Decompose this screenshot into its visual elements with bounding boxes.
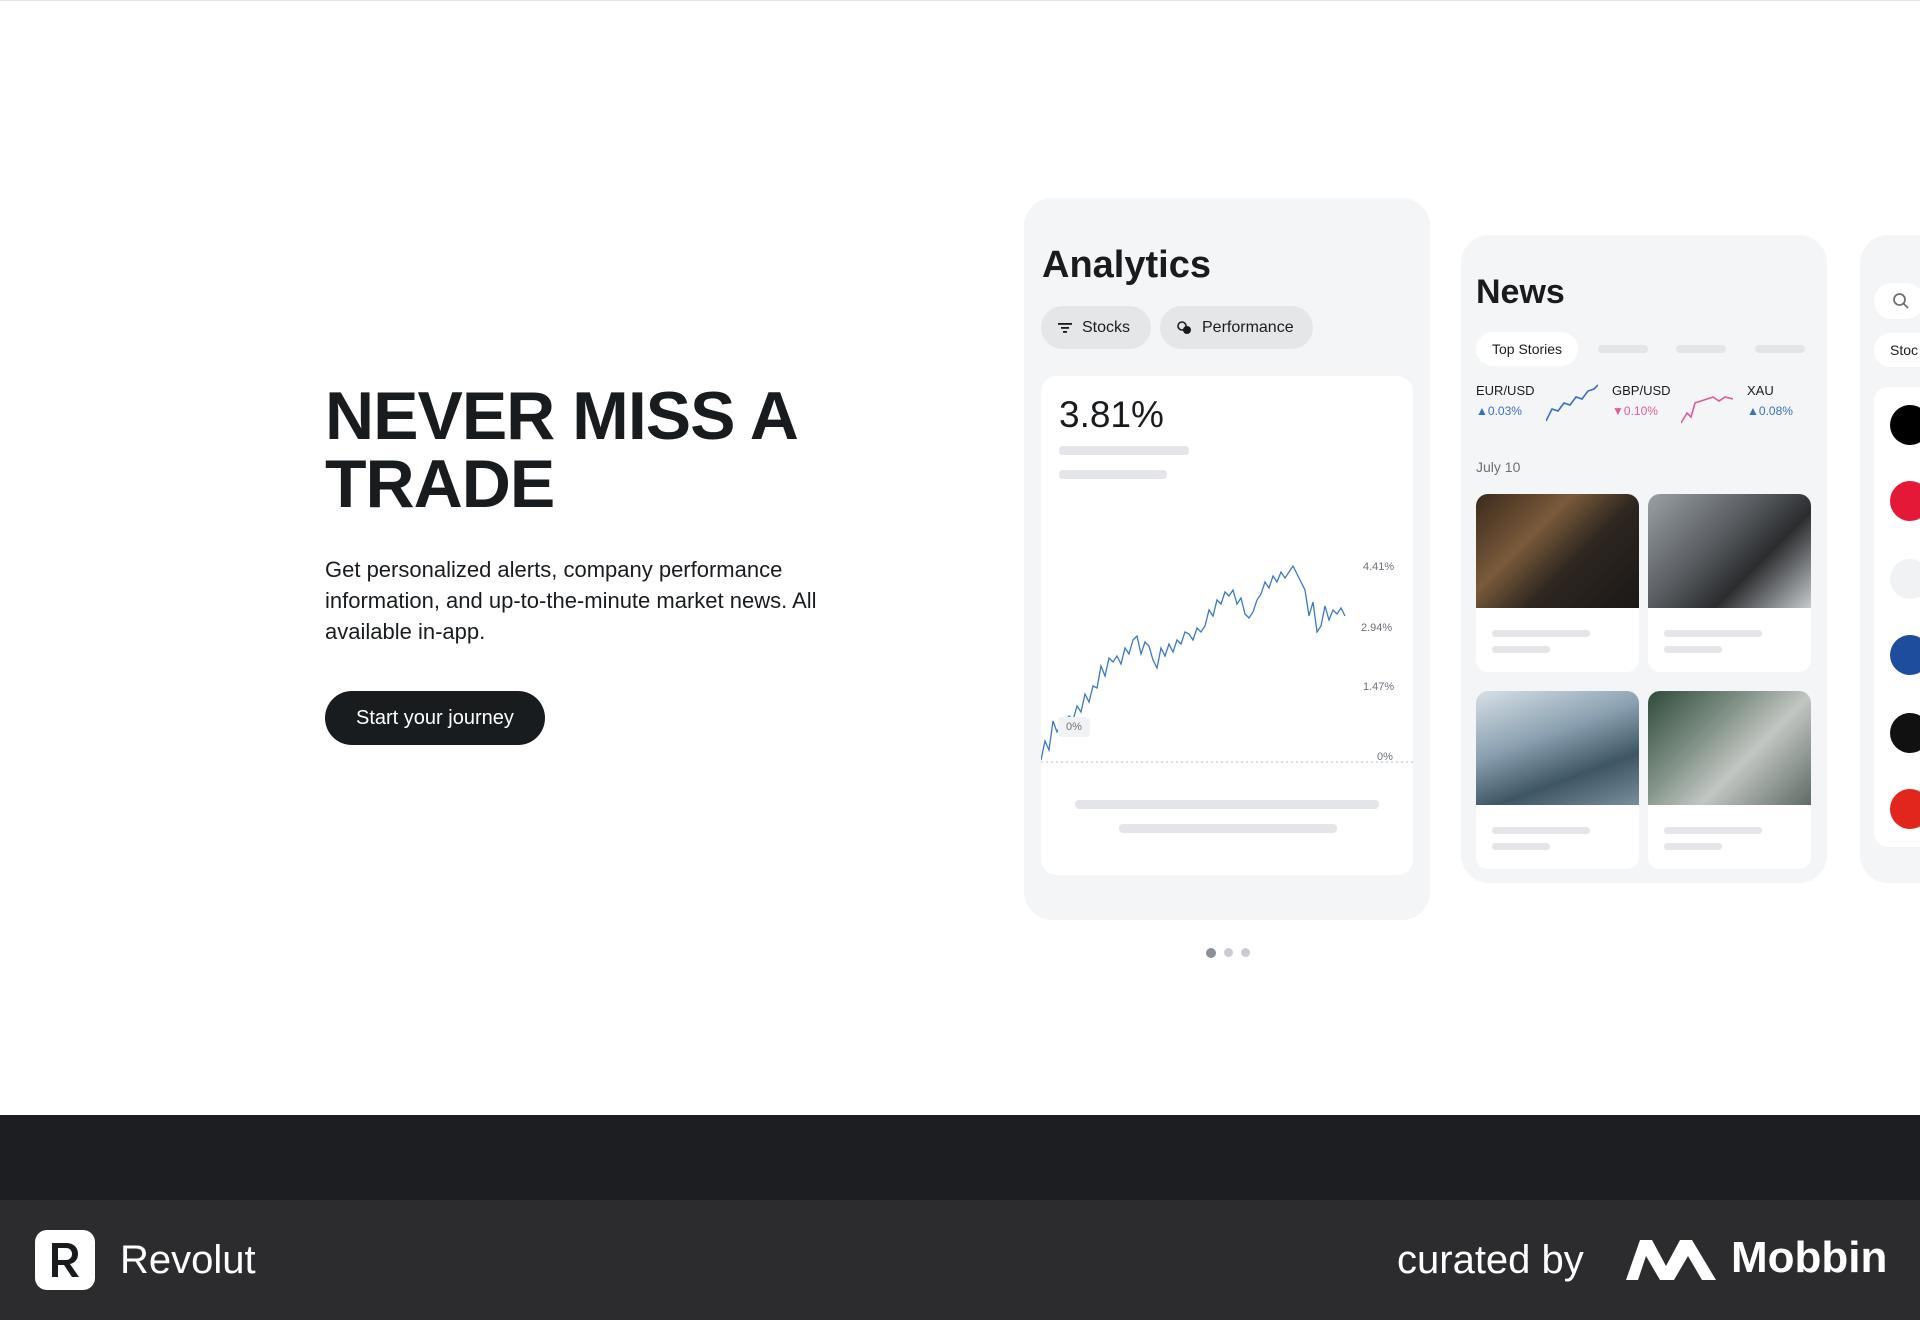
skeleton-line [1664,843,1722,850]
hero-section: NEVER MISS A TRADE Get personalized aler… [325,382,885,745]
tab-placeholder[interactable] [1755,345,1805,353]
performance-icon [1177,320,1191,334]
headline-percentage: 3.81% [1059,394,1164,435]
curated-by-label: curated by [1397,1238,1584,1282]
skeleton-line [1492,843,1550,850]
news-card[interactable]: News Top Stories EUR/USD ▲0.03% GBP/USD … [1461,235,1827,883]
fx-change: ▲0.03% [1476,404,1522,418]
analytics-title: Analytics [1042,244,1211,286]
news-article-card[interactable] [1476,691,1639,869]
skeleton-line [1059,470,1167,479]
skeleton-line [1664,646,1722,653]
tab-top-stories[interactable]: Top Stories [1476,332,1579,366]
skeleton-line [1664,630,1762,637]
tab-placeholder[interactable] [1676,345,1726,353]
amazon-logo-icon[interactable] [1890,713,1920,753]
y-tick-label: 2.94% [1361,622,1393,634]
racing-logo-icon[interactable] [1890,789,1920,829]
hero-description: Get personalized alerts, company perform… [325,557,817,644]
news-article-card[interactable] [1648,691,1811,869]
y-tick-label: 1.47% [1363,681,1395,693]
article-image [1648,494,1811,608]
analytics-card[interactable]: Analytics Stocks Performance 3.81% 4.41%… [1024,198,1430,920]
mobbin-logo [1626,1240,1716,1280]
article-image [1648,691,1811,805]
hero-title-line-2: TRADE [325,446,555,522]
search-icon [1893,293,1909,309]
stocks-tab[interactable]: Stoc [1874,333,1920,367]
tab-placeholder[interactable] [1598,345,1648,353]
y-tick-label: 0% [1377,751,1393,763]
article-image [1476,494,1639,608]
top-divider [0,0,1920,1]
start-journey-button[interactable]: Start your journey [325,691,545,745]
stocks-chip-label: Stocks [1082,318,1131,336]
skeleton-line [1492,827,1590,834]
eurusd-sparkline [1546,384,1598,422]
skeleton-line [1059,446,1189,455]
mobbin-name: Mobbin [1731,1233,1888,1282]
performance-chip-label: Performance [1202,318,1294,336]
fx-name: GBP/USD [1612,383,1671,398]
footer-bar: Revolut curated by Mobbin [0,1200,1920,1320]
revolut-r-icon [52,1243,79,1277]
fx-eurusd[interactable]: EUR/USD ▲0.03% [1476,383,1535,418]
skeleton-line [1492,646,1550,653]
hero-title-line-1: NEVER MISS A [325,378,799,454]
carousel-dot-2[interactable] [1224,948,1233,957]
filter-icon [1058,322,1072,333]
news-title: News [1476,273,1565,311]
skeleton-line [1664,827,1762,834]
fx-change: ▼0.10% [1612,404,1658,418]
airline-logo-icon[interactable] [1890,635,1920,675]
skeleton-line [1492,630,1590,637]
news-article-card[interactable] [1648,494,1811,672]
analytics-chart-panel: 3.81% 4.41% 2.94% 1.47% 0% 0% [1041,376,1413,875]
skeleton-line [1119,824,1337,833]
revolut-logo [35,1230,95,1290]
tesla-logo-icon[interactable] [1890,481,1920,521]
gbpusd-sparkline [1681,396,1733,424]
hero-title: NEVER MISS A TRADE [325,382,885,518]
fx-gbpusd[interactable]: GBP/USD ▼0.10% [1612,383,1671,418]
y-tick-label: 4.41% [1363,561,1395,573]
article-image [1476,691,1639,805]
stock-logo-list [1874,387,1920,847]
search-field[interactable] [1874,283,1920,319]
apple-logo-icon[interactable] [1890,405,1920,445]
news-article-card[interactable] [1476,494,1639,672]
alibaba-logo-icon[interactable] [1890,559,1920,599]
carousel-dot-1[interactable] [1206,948,1216,958]
brand-name: Revolut [120,1238,256,1282]
stocks-card-partial[interactable]: Stoc [1860,235,1920,883]
performance-line-chart [1041,564,1413,763]
stocks-filter-chip[interactable]: Stocks [1041,306,1151,349]
fx-name: XAU [1747,383,1774,398]
fx-name: EUR/USD [1476,383,1535,398]
news-date-label: July 10 [1476,459,1521,475]
performance-filter-chip[interactable]: Performance [1160,306,1313,349]
fx-change: ▲0.08% [1747,404,1793,418]
carousel-pagination [1206,948,1250,958]
baseline-badge: 0% [1058,717,1090,737]
fx-xau[interactable]: XAU ▲0.08% [1747,383,1793,418]
skeleton-line [1075,800,1379,809]
dark-band [0,1115,1920,1200]
carousel-dot-3[interactable] [1241,948,1250,957]
